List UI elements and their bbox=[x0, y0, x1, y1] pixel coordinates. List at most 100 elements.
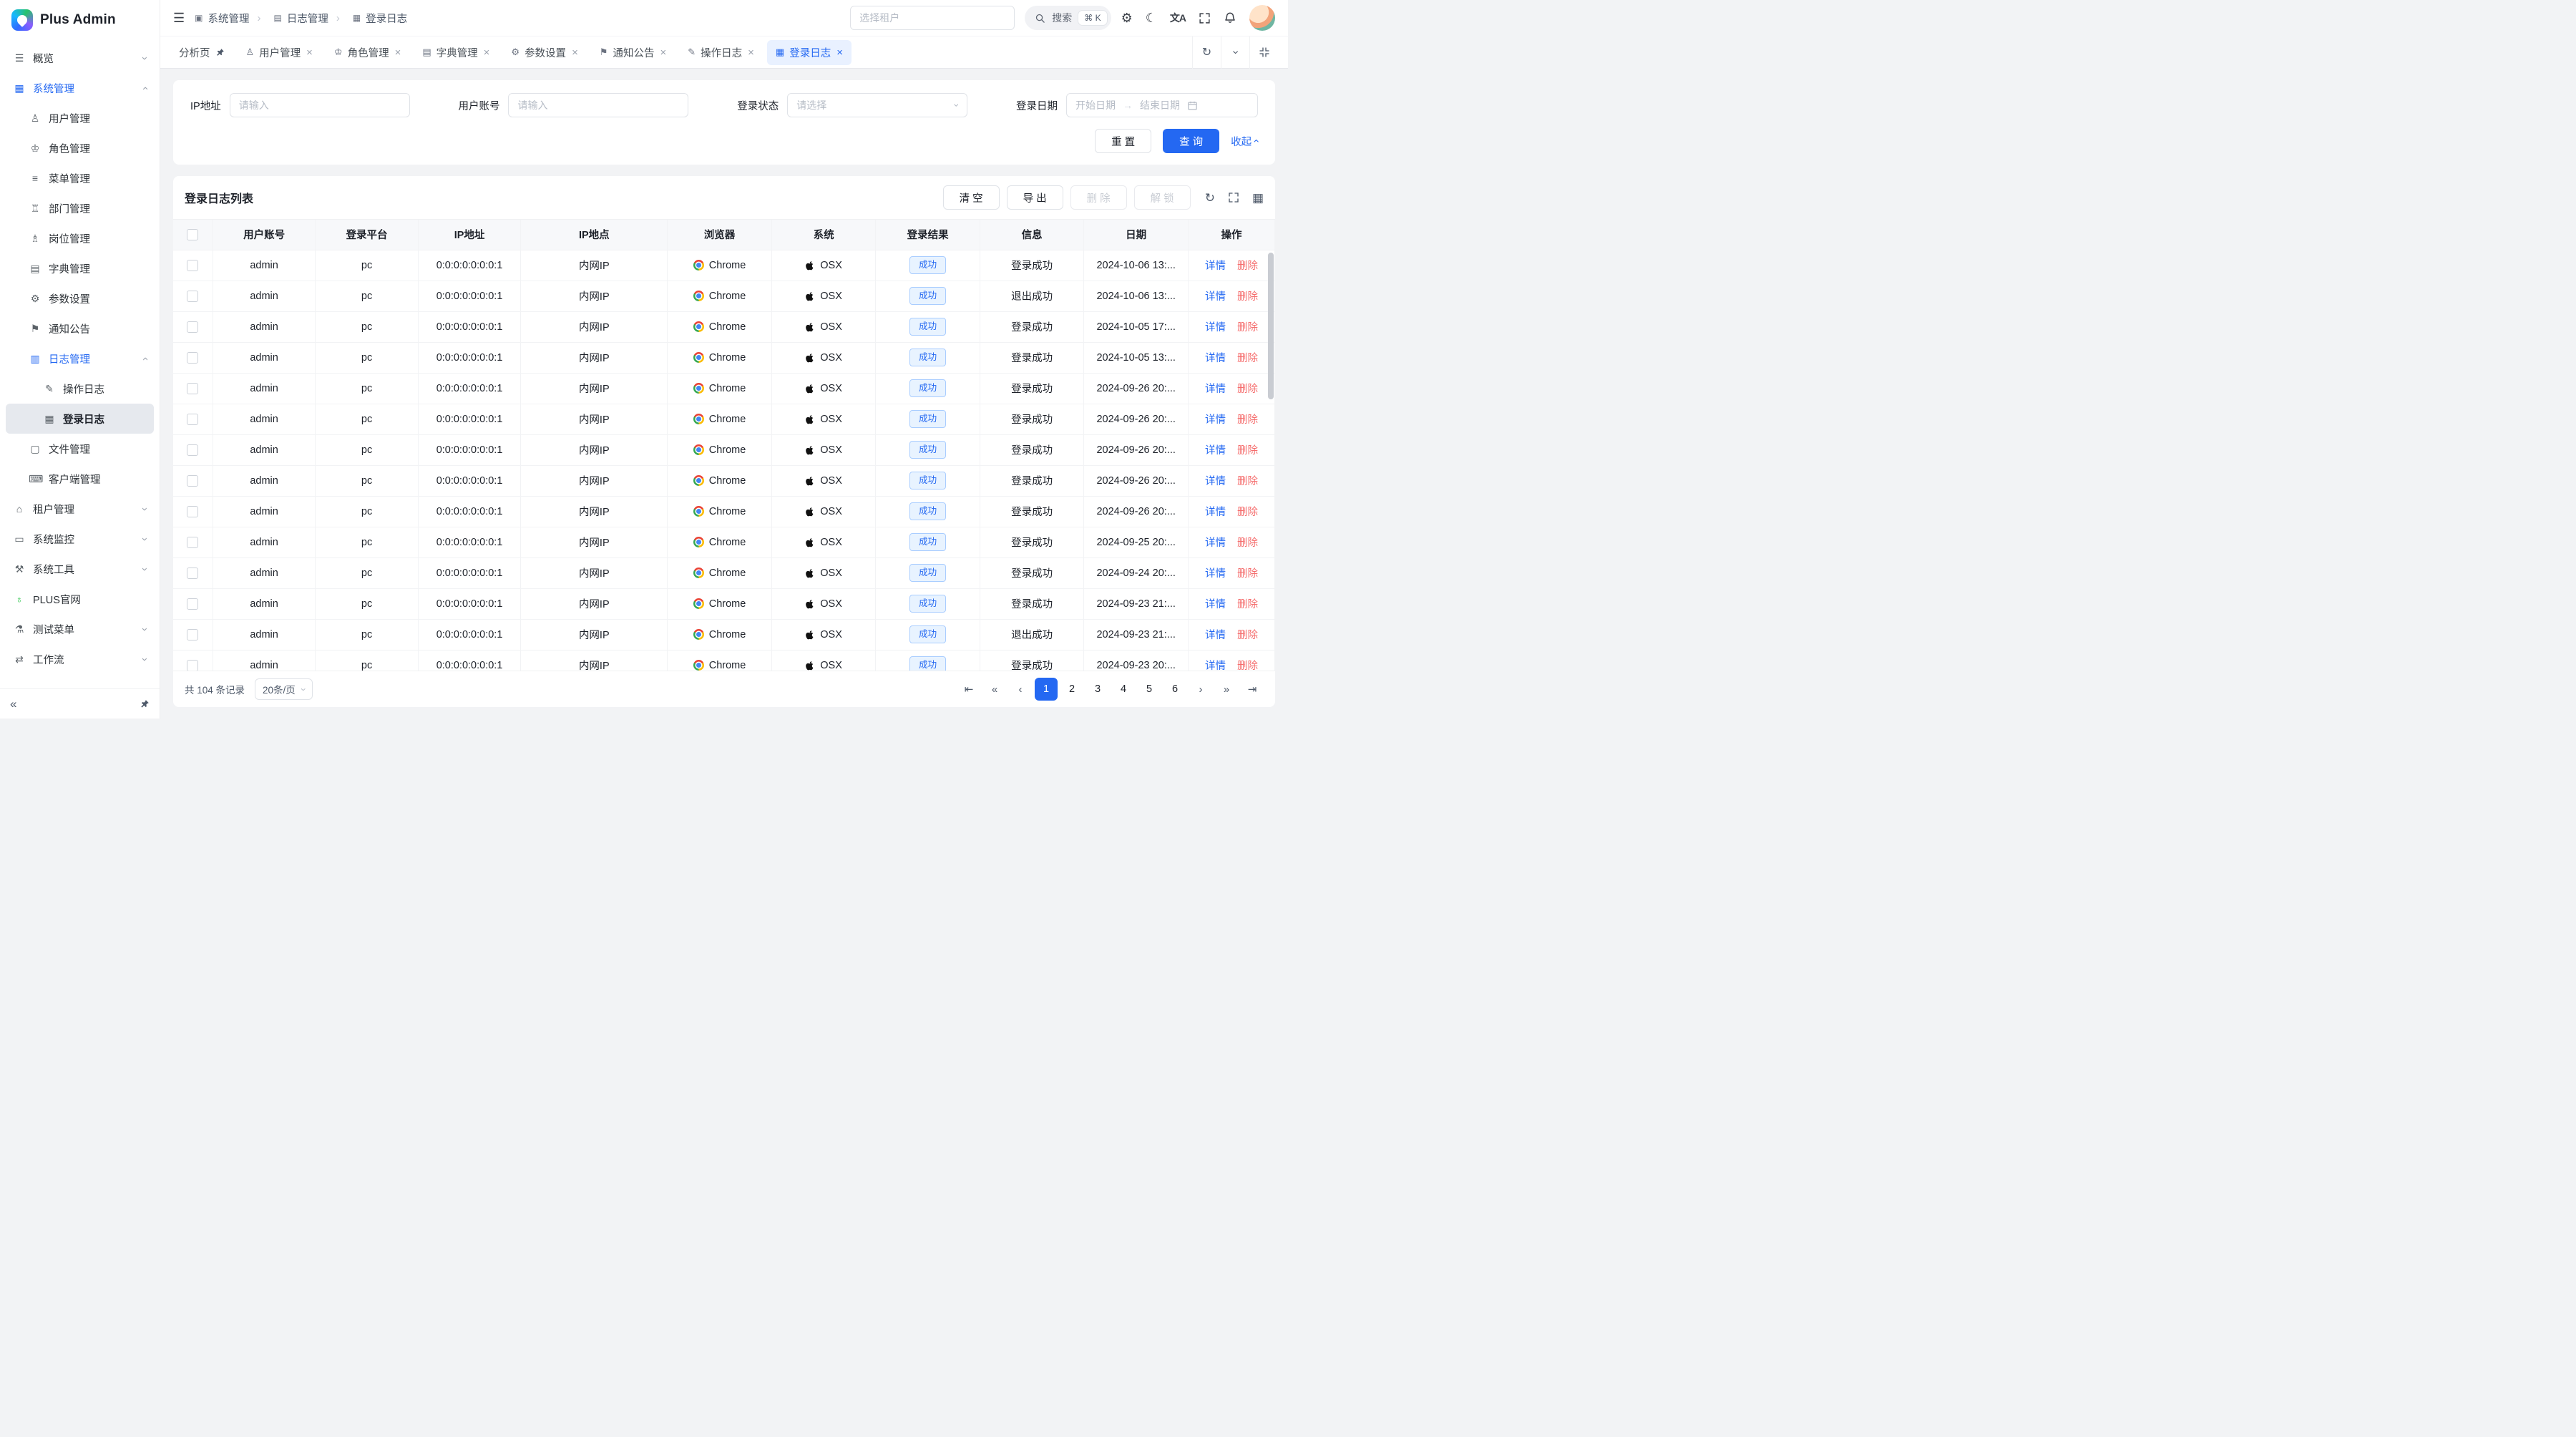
page-size-select[interactable]: 20条/页 bbox=[255, 678, 313, 700]
tab[interactable]: ♙ 用户管理 bbox=[238, 40, 321, 65]
row-checkbox[interactable] bbox=[187, 660, 198, 671]
sidebar-item[interactable]: ▥ 日志管理 bbox=[6, 344, 154, 374]
sidebar-item[interactable]: ⚙ 参数设置 bbox=[6, 283, 154, 313]
account-input[interactable] bbox=[508, 93, 688, 117]
sidebar-item[interactable]: ⌂ 租户管理 bbox=[6, 494, 154, 524]
detail-link[interactable]: 详情 bbox=[1205, 507, 1226, 518]
sidebar-item[interactable]: ⇄ 工作流 bbox=[6, 644, 154, 674]
detail-link[interactable]: 详情 bbox=[1205, 661, 1226, 671]
sidebar-item[interactable]: ♖ 部门管理 bbox=[6, 193, 154, 223]
sidebar-item[interactable]: ▦ 系统管理 bbox=[6, 73, 154, 103]
row-checkbox[interactable] bbox=[187, 537, 198, 548]
user-avatar[interactable] bbox=[1249, 5, 1275, 31]
detail-link[interactable]: 详情 bbox=[1205, 630, 1226, 641]
toolbar-button[interactable]: 删 除 bbox=[1070, 185, 1127, 210]
status-select[interactable]: 请选择 bbox=[787, 93, 967, 117]
row-checkbox[interactable] bbox=[187, 383, 198, 394]
first-page-button[interactable]: ⇤ bbox=[957, 678, 980, 701]
close-icon[interactable] bbox=[484, 47, 490, 58]
delete-link[interactable]: 删除 bbox=[1237, 568, 1258, 580]
detail-link[interactable]: 详情 bbox=[1205, 537, 1226, 549]
breadcrumb-item[interactable]: ▦ 登录日志 bbox=[328, 11, 407, 26]
close-icon[interactable] bbox=[572, 47, 578, 58]
row-checkbox[interactable] bbox=[187, 475, 198, 487]
toggle-sidebar-button[interactable]: ☰ bbox=[173, 11, 185, 24]
delete-link[interactable]: 删除 bbox=[1237, 291, 1258, 303]
next-page-button[interactable]: › bbox=[1189, 678, 1212, 701]
sidebar-item[interactable]: ♔ 角色管理 bbox=[6, 133, 154, 163]
prev-group-button[interactable]: « bbox=[983, 678, 1006, 701]
page-number-button[interactable]: 5 bbox=[1138, 678, 1161, 701]
delete-link[interactable]: 删除 bbox=[1237, 384, 1258, 395]
delete-link[interactable]: 删除 bbox=[1237, 353, 1258, 364]
sidebar-item[interactable]: ♙ 用户管理 bbox=[6, 103, 154, 133]
sidebar-item[interactable]: ⌨ 客户端管理 bbox=[6, 464, 154, 494]
content-fullscreen-button[interactable] bbox=[1249, 36, 1278, 69]
delete-link[interactable]: 删除 bbox=[1237, 476, 1258, 487]
row-checkbox[interactable] bbox=[187, 414, 198, 425]
sidebar-item[interactable]: ♁ PLUS官网 bbox=[6, 584, 154, 614]
sidebar-item[interactable]: ▦ 登录日志 bbox=[6, 404, 154, 434]
prev-page-button[interactable]: ‹ bbox=[1009, 678, 1032, 701]
detail-link[interactable]: 详情 bbox=[1205, 476, 1226, 487]
toolbar-button[interactable]: 清 空 bbox=[943, 185, 1000, 210]
pin-icon[interactable] bbox=[215, 48, 225, 57]
collapse-filter-link[interactable]: 收起 bbox=[1231, 134, 1258, 149]
page-number-button[interactable]: 4 bbox=[1112, 678, 1135, 701]
sidebar-item[interactable]: ✎ 操作日志 bbox=[6, 374, 154, 404]
delete-link[interactable]: 删除 bbox=[1237, 630, 1258, 641]
detail-link[interactable]: 详情 bbox=[1205, 260, 1226, 272]
row-checkbox[interactable] bbox=[187, 260, 198, 271]
delete-link[interactable]: 删除 bbox=[1237, 537, 1258, 549]
close-icon[interactable] bbox=[748, 47, 754, 58]
detail-link[interactable]: 详情 bbox=[1205, 445, 1226, 457]
close-icon[interactable] bbox=[306, 47, 313, 58]
close-icon[interactable] bbox=[660, 47, 666, 58]
delete-link[interactable]: 删除 bbox=[1237, 260, 1258, 272]
search-button[interactable]: 搜索 ⌘ K bbox=[1025, 6, 1111, 30]
close-icon[interactable] bbox=[395, 47, 401, 58]
scrollbar-thumb[interactable] bbox=[1268, 253, 1274, 399]
query-button[interactable]: 查 询 bbox=[1163, 129, 1219, 153]
collapse-sidebar-button[interactable]: « bbox=[10, 697, 16, 711]
sidebar-item[interactable]: ▢ 文件管理 bbox=[6, 434, 154, 464]
row-checkbox[interactable] bbox=[187, 629, 198, 640]
toolbar-button[interactable]: 导 出 bbox=[1007, 185, 1063, 210]
detail-link[interactable]: 详情 bbox=[1205, 568, 1226, 580]
tab-options-button[interactable] bbox=[1221, 36, 1249, 69]
breadcrumb-item[interactable]: ▣ 系统管理 bbox=[195, 11, 249, 26]
row-checkbox[interactable] bbox=[187, 321, 198, 333]
last-page-button[interactable]: ⇥ bbox=[1241, 678, 1264, 701]
tenant-select[interactable]: 选择租户 bbox=[850, 6, 1015, 30]
delete-link[interactable]: 删除 bbox=[1237, 661, 1258, 671]
sidebar-item[interactable]: ♗ 岗位管理 bbox=[6, 223, 154, 253]
language-button[interactable]: 文A bbox=[1170, 13, 1186, 23]
row-checkbox[interactable] bbox=[187, 568, 198, 579]
tab[interactable]: ♔ 角色管理 bbox=[326, 40, 409, 65]
tab[interactable]: ⚑ 通知公告 bbox=[591, 40, 675, 65]
row-checkbox[interactable] bbox=[187, 598, 198, 610]
detail-link[interactable]: 详情 bbox=[1205, 291, 1226, 303]
detail-link[interactable]: 详情 bbox=[1205, 353, 1226, 364]
delete-link[interactable]: 删除 bbox=[1237, 322, 1258, 333]
next-group-button[interactable]: » bbox=[1215, 678, 1238, 701]
select-all-checkbox[interactable] bbox=[187, 229, 198, 240]
sidebar-item[interactable]: ≡ 菜单管理 bbox=[6, 163, 154, 193]
delete-link[interactable]: 删除 bbox=[1237, 414, 1258, 426]
dark-mode-button[interactable]: ☾ bbox=[1146, 11, 1157, 24]
page-number-button[interactable]: 3 bbox=[1086, 678, 1109, 701]
detail-link[interactable]: 详情 bbox=[1205, 414, 1226, 426]
tab[interactable]: ⚙ 参数设置 bbox=[502, 40, 586, 65]
toolbar-button[interactable]: 解 锁 bbox=[1134, 185, 1191, 210]
sidebar-item[interactable]: ⚗ 测试菜单 bbox=[6, 614, 154, 644]
sidebar-item[interactable]: ▭ 系统监控 bbox=[6, 524, 154, 554]
detail-link[interactable]: 详情 bbox=[1205, 322, 1226, 333]
table-scrollbar[interactable] bbox=[1268, 253, 1274, 668]
sidebar-item[interactable]: ▤ 字典管理 bbox=[6, 253, 154, 283]
refresh-tab-button[interactable]: ↻ bbox=[1192, 36, 1221, 69]
row-checkbox[interactable] bbox=[187, 506, 198, 517]
delete-link[interactable]: 删除 bbox=[1237, 445, 1258, 457]
pin-sidebar-button[interactable] bbox=[140, 699, 150, 709]
row-checkbox[interactable] bbox=[187, 444, 198, 456]
ip-input[interactable] bbox=[230, 93, 410, 117]
